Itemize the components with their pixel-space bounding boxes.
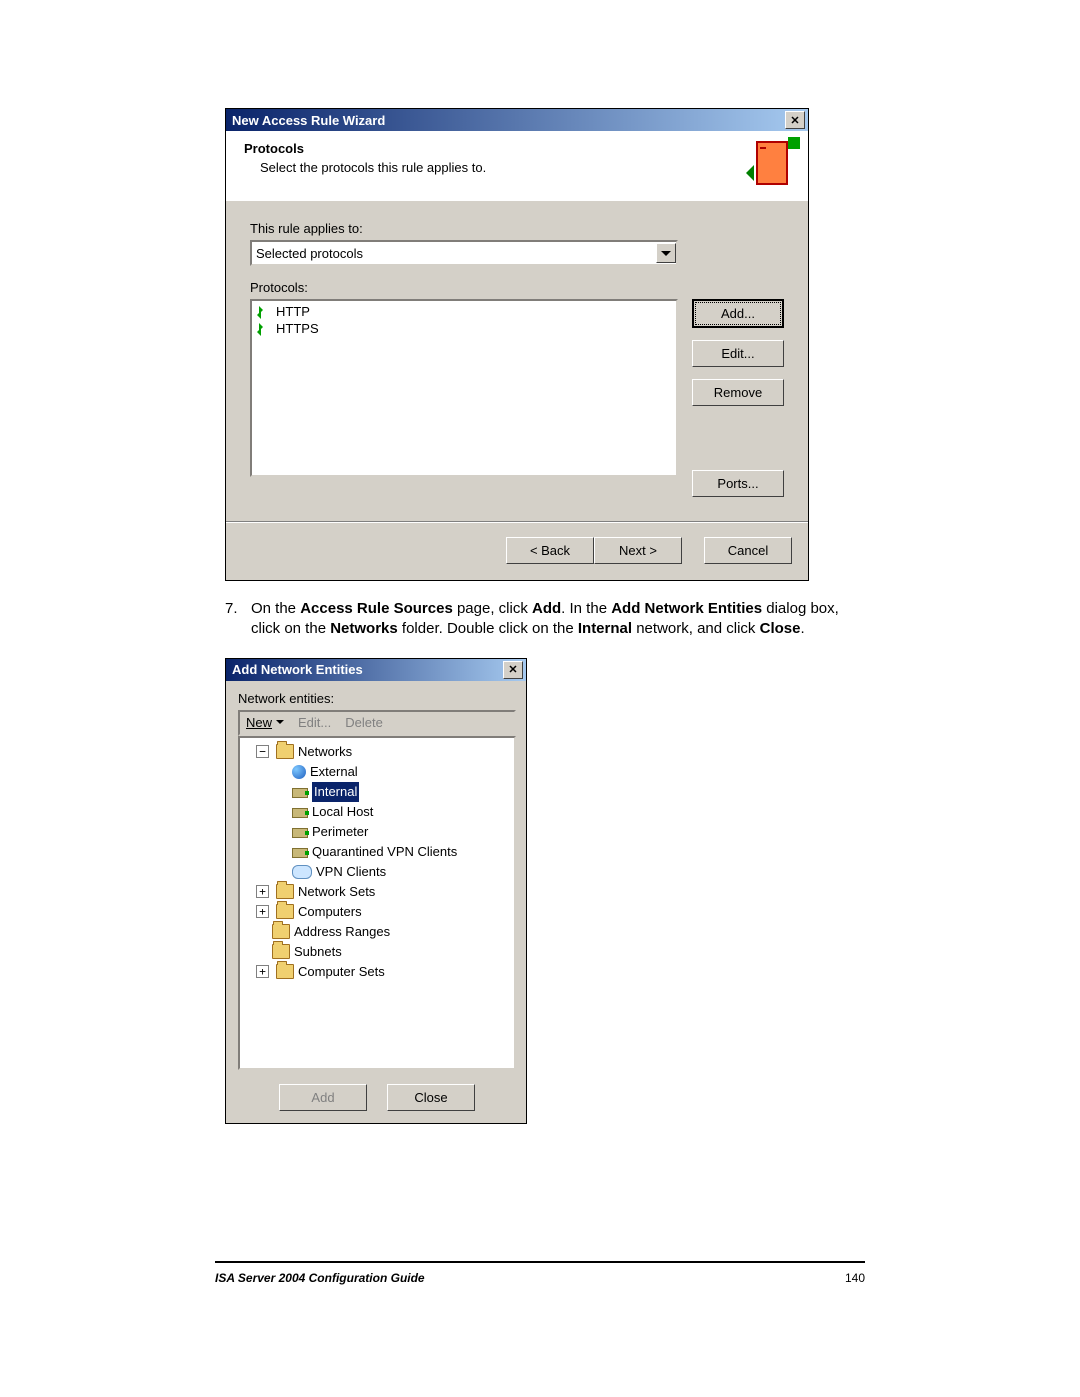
new-menu[interactable]: New	[246, 715, 284, 730]
tree-item-internal[interactable]: Internal	[242, 782, 512, 802]
entities-toolbar: New Edit... Delete	[238, 710, 516, 736]
wizard-titlebar[interactable]: New Access Rule Wizard ✕	[226, 109, 808, 131]
protocol-item[interactable]: HTTP	[254, 303, 674, 320]
close-icon[interactable]: ✕	[785, 111, 805, 129]
cloud-icon	[292, 865, 312, 879]
tree-node-computers[interactable]: +Computers	[242, 902, 512, 922]
delete-menu: Delete	[345, 715, 383, 730]
server-icon	[742, 139, 794, 187]
protocol-icon	[256, 323, 270, 335]
folder-icon	[276, 964, 294, 979]
close-entity-button[interactable]: Close	[387, 1084, 475, 1111]
applies-to-dropdown[interactable]: Selected protocols	[250, 240, 678, 266]
tree-item-quarantined[interactable]: Quarantined VPN Clients	[242, 842, 512, 862]
tree-item-external[interactable]: External	[242, 762, 512, 782]
entities-label: Network entities:	[238, 691, 516, 706]
nic-icon	[292, 828, 308, 838]
access-rule-wizard-dialog: New Access Rule Wizard ✕ Protocols Selec…	[225, 108, 809, 581]
instruction-step-7: 7. On the Access Rule Sources page, clic…	[225, 599, 865, 640]
protocol-item[interactable]: HTTPS	[254, 320, 674, 337]
close-icon[interactable]: ✕	[503, 661, 523, 679]
folder-icon	[272, 924, 290, 939]
folder-icon	[276, 904, 294, 919]
banner-subtitle: Select the protocols this rule applies t…	[244, 160, 486, 175]
banner-title: Protocols	[244, 141, 486, 156]
footer-page: 140	[845, 1271, 865, 1285]
tree-node-networksets[interactable]: +Network Sets	[242, 882, 512, 902]
instruction-text: On the Access Rule Sources page, click A…	[251, 599, 865, 640]
protocol-icon	[256, 306, 270, 318]
applies-to-value: Selected protocols	[256, 246, 363, 261]
tree-node-networks[interactable]: −Networks	[242, 742, 512, 762]
tree-item-localhost[interactable]: Local Host	[242, 802, 512, 822]
footer-rule	[215, 1261, 865, 1263]
tree-node-computersets[interactable]: +Computer Sets	[242, 962, 512, 982]
applies-to-label: This rule applies to:	[250, 221, 784, 236]
tree-node-addressranges[interactable]: Address Ranges	[242, 922, 512, 942]
entities-title: Add Network Entities	[232, 662, 363, 677]
back-button[interactable]: < Back	[506, 537, 594, 564]
expand-icon[interactable]: +	[256, 965, 269, 978]
nic-icon	[292, 848, 308, 858]
add-entity-button: Add	[279, 1084, 367, 1111]
edit-button[interactable]: Edit...	[692, 340, 784, 367]
globe-icon	[292, 765, 306, 779]
next-button[interactable]: Next >	[594, 537, 682, 564]
protocols-listbox[interactable]: HTTP HTTPS	[250, 299, 678, 477]
folder-icon	[272, 944, 290, 959]
page-footer: ISA Server 2004 Configuration Guide 140	[215, 1271, 865, 1285]
folder-icon	[276, 744, 294, 759]
dropdown-arrow-icon[interactable]	[656, 243, 676, 263]
collapse-icon[interactable]: −	[256, 745, 269, 758]
footer-title: ISA Server 2004 Configuration Guide	[215, 1271, 425, 1285]
nic-icon	[292, 788, 308, 798]
protocols-label: Protocols:	[250, 280, 784, 295]
expand-icon[interactable]: +	[256, 905, 269, 918]
edit-menu: Edit...	[298, 715, 331, 730]
wizard-nav: < Back Next > Cancel	[226, 523, 808, 580]
add-button[interactable]: Add...	[692, 299, 784, 328]
wizard-title: New Access Rule Wizard	[232, 113, 385, 128]
wizard-banner: Protocols Select the protocols this rule…	[226, 131, 808, 201]
tree-item-vpnclients[interactable]: VPN Clients	[242, 862, 512, 882]
folder-icon	[276, 884, 294, 899]
entities-titlebar[interactable]: Add Network Entities ✕	[226, 659, 526, 681]
entities-tree[interactable]: −Networks External Internal Local Host P…	[238, 736, 516, 1070]
ports-button[interactable]: Ports...	[692, 470, 784, 497]
tree-item-perimeter[interactable]: Perimeter	[242, 822, 512, 842]
nic-icon	[292, 808, 308, 818]
add-network-entities-dialog: Add Network Entities ✕ Network entities:…	[225, 658, 527, 1124]
expand-icon[interactable]: +	[256, 885, 269, 898]
tree-node-subnets[interactable]: Subnets	[242, 942, 512, 962]
remove-button[interactable]: Remove	[692, 379, 784, 406]
cancel-button[interactable]: Cancel	[704, 537, 792, 564]
